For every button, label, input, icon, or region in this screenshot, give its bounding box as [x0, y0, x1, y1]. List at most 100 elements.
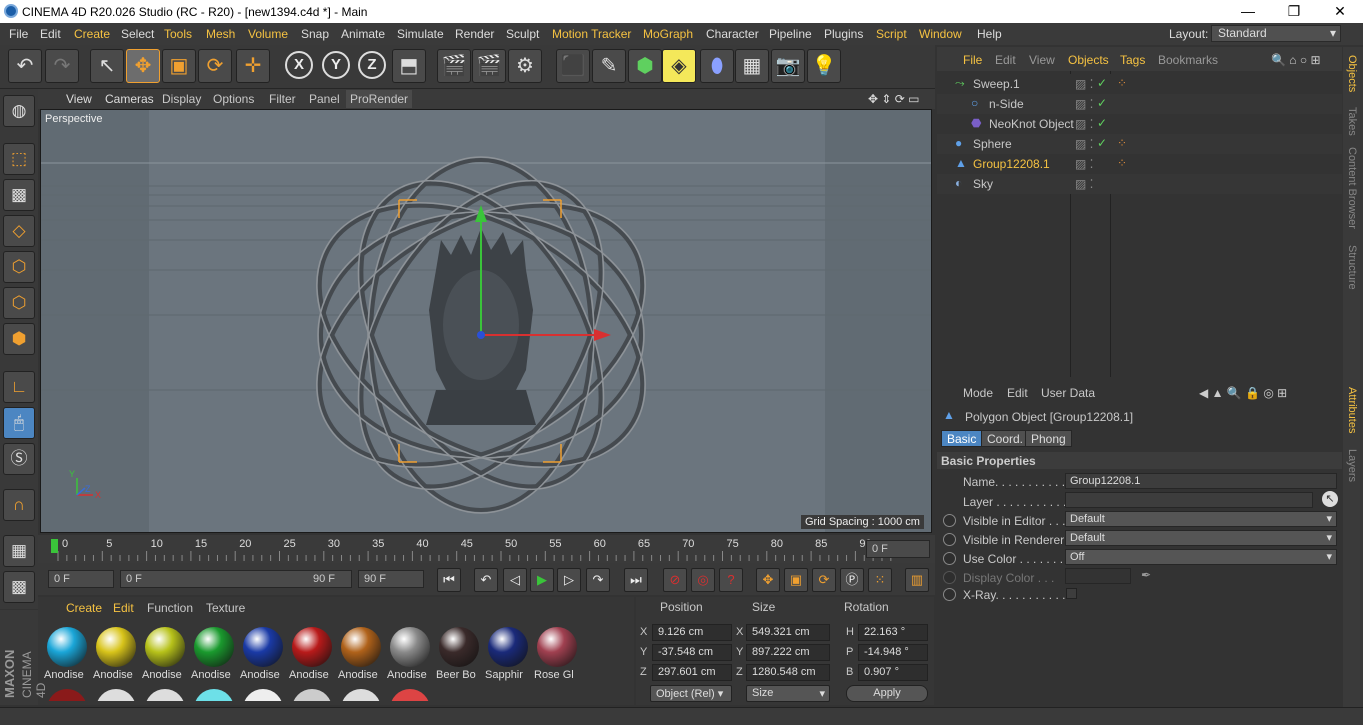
- menu-plugins[interactable]: Plugins: [824, 27, 863, 41]
- side-tab-structure[interactable]: Structure: [1346, 245, 1358, 290]
- texture-mode-icon[interactable]: ▩: [3, 179, 35, 211]
- menu-character[interactable]: Character: [706, 27, 759, 41]
- snap-magnet-icon[interactable]: ∩: [3, 489, 35, 521]
- subdivision-surface-icon[interactable]: ⬢: [628, 49, 662, 83]
- undo-icon[interactable]: ↶: [8, 49, 42, 83]
- key-scale-icon[interactable]: ▣: [784, 568, 808, 592]
- axis-mode-icon[interactable]: ∟: [3, 371, 35, 403]
- object-manager-tools-icon[interactable]: 🔍 ⌂ ○ ⊞: [1271, 53, 1321, 67]
- visible-editor-radio[interactable]: [943, 514, 956, 527]
- timeline[interactable]: 051015202530354045505560657075808590 0 F: [38, 535, 935, 563]
- display-color-radio[interactable]: [943, 571, 956, 584]
- solo-icon[interactable]: Ⓢ: [3, 443, 35, 475]
- coord-rot-field[interactable]: 22.163 °: [858, 624, 928, 641]
- minimize-button[interactable]: —: [1225, 0, 1271, 23]
- visibility-toggle-icon[interactable]: ▨ ⁚: [1075, 157, 1094, 171]
- layer-field[interactable]: [1065, 492, 1313, 508]
- object-row[interactable]: ▲ Group12208.1 ▨ ⁚ ⁘: [937, 154, 1342, 174]
- viewport-menu-prorender[interactable]: ProRender: [346, 90, 413, 108]
- live-selection-icon[interactable]: ↖: [90, 49, 124, 83]
- material-swatch[interactable]: Sapphir: [485, 625, 530, 685]
- menu-simulate[interactable]: Simulate: [397, 27, 444, 41]
- attr-menu-mode[interactable]: Mode: [963, 386, 993, 400]
- menu-render[interactable]: Render: [455, 27, 494, 41]
- keyframe-selection-icon[interactable]: ?: [719, 568, 743, 592]
- x-ray-radio[interactable]: [943, 588, 956, 601]
- layer-picker-icon[interactable]: ↖: [1322, 491, 1338, 507]
- material-menu-texture[interactable]: Texture: [206, 601, 245, 615]
- material-swatch[interactable]: Anodise: [93, 625, 138, 685]
- camera-icon[interactable]: 📷: [771, 49, 805, 83]
- side-tab-content-browser[interactable]: Content Browser: [1346, 147, 1358, 229]
- edit-render-settings-icon[interactable]: ⚙: [508, 49, 542, 83]
- name-field[interactable]: Group12208.1: [1065, 473, 1337, 489]
- coord-mode-select[interactable]: Object (Rel) ▾: [650, 685, 732, 702]
- attr-menu-edit[interactable]: Edit: [1007, 386, 1028, 400]
- x-ray-checkbox[interactable]: [1066, 588, 1077, 599]
- menu-sculpt[interactable]: Sculpt: [506, 27, 539, 41]
- attr-nav-icons[interactable]: ◀ ▲ 🔍 🔒 ◎ ⊞: [1199, 386, 1287, 400]
- pen-icon[interactable]: ✎: [592, 49, 626, 83]
- visibility-toggle-icon[interactable]: ▨ ⁚: [1075, 177, 1094, 191]
- model-mode-icon[interactable]: ⬚: [3, 143, 35, 175]
- enabled-check-icon[interactable]: ✓: [1097, 116, 1107, 130]
- viewport-menu-display[interactable]: Display: [162, 92, 201, 106]
- layout-select[interactable]: Standard ▾: [1211, 25, 1341, 42]
- side-tab-takes[interactable]: Takes: [1346, 107, 1358, 136]
- object-row[interactable]: ● Sphere ▨ ⁚ ✓ ⁘: [937, 134, 1342, 154]
- tweak-mode-icon[interactable]: 🖱: [3, 407, 35, 439]
- visibility-toggle-icon[interactable]: ▨ ⁚: [1075, 137, 1094, 151]
- material-swatch[interactable]: Anodise: [240, 625, 285, 685]
- previous-frame-icon[interactable]: ◁: [503, 568, 527, 592]
- viewport-nav-icon[interactable]: ✥ ⇕ ⟳ ▭: [868, 92, 920, 106]
- polygons-mode-icon[interactable]: ⬢: [3, 323, 35, 355]
- material-menu-create[interactable]: Create: [66, 601, 102, 615]
- material-swatch[interactable]: Anodise: [191, 625, 236, 685]
- z-axis-lock-icon[interactable]: Z: [358, 51, 386, 79]
- object-menu-tags[interactable]: Tags: [1120, 53, 1145, 67]
- material-swatch[interactable]: Anodise: [142, 625, 187, 685]
- viewport-menu-cameras[interactable]: Cameras: [105, 92, 154, 106]
- visibility-toggle-icon[interactable]: ▨ ⁚: [1075, 117, 1094, 131]
- coord-size-field[interactable]: 549.321 cm: [746, 624, 830, 641]
- object-row[interactable]: ⤳ Sweep.1 ▨ ⁚ ✓ ⁘: [937, 74, 1342, 94]
- scheme-icon[interactable]: ▥: [905, 568, 929, 592]
- menu-mograph[interactable]: MoGraph: [643, 27, 693, 41]
- attr-tab-coord[interactable]: Coord.: [981, 430, 1030, 447]
- render-to-picture-viewer-icon[interactable]: 🎬: [472, 49, 506, 83]
- key-pla-icon[interactable]: ⁙: [868, 568, 892, 592]
- key-parameter-icon[interactable]: Ⓟ: [840, 568, 864, 592]
- use-color-radio[interactable]: [943, 552, 956, 565]
- attr-menu-user-data[interactable]: User Data: [1041, 386, 1095, 400]
- x-axis-lock-icon[interactable]: X: [285, 51, 313, 79]
- coord-size-field[interactable]: 1280.548 cm: [746, 664, 830, 681]
- material-tag-icon[interactable]: ⁘: [1117, 136, 1127, 150]
- menu-mesh[interactable]: Mesh: [206, 27, 235, 41]
- visibility-toggle-icon[interactable]: ▨ ⁚: [1075, 77, 1094, 91]
- menu-help[interactable]: Help: [977, 27, 1002, 41]
- side-tab-layers[interactable]: Layers: [1346, 449, 1358, 482]
- visible-renderer-select[interactable]: Default ▾: [1065, 530, 1337, 546]
- visible-editor-select[interactable]: Default ▾: [1065, 511, 1337, 527]
- render-view-icon[interactable]: 🎬: [437, 49, 471, 83]
- go-to-start-icon[interactable]: ⏮: [437, 568, 461, 592]
- menu-select[interactable]: Select: [121, 27, 154, 41]
- viewport-menu-panel[interactable]: Panel: [309, 92, 340, 106]
- menu-script[interactable]: Script: [876, 27, 907, 41]
- material-swatch[interactable]: Anodise: [289, 625, 334, 685]
- menu-window[interactable]: Window: [919, 27, 962, 41]
- recent-tool-icon[interactable]: ✛: [236, 49, 270, 83]
- object-menu-bookmarks[interactable]: Bookmarks: [1158, 53, 1218, 67]
- scale-tool-icon[interactable]: ▣: [162, 49, 196, 83]
- coord-pos-field[interactable]: 9.126 cm: [652, 624, 732, 641]
- coordinate-system-icon[interactable]: ⬒: [392, 49, 426, 83]
- coord-rot-field[interactable]: -14.948 °: [858, 644, 928, 661]
- object-row[interactable]: ○ n-Side ▨ ⁚ ✓: [937, 94, 1342, 114]
- material-swatch[interactable]: Anodise: [387, 625, 432, 685]
- next-frame-icon[interactable]: ▷: [557, 568, 581, 592]
- side-tab-attributes[interactable]: Attributes: [1346, 387, 1358, 433]
- light-icon[interactable]: 💡: [807, 49, 841, 83]
- coord-rot-field[interactable]: 0.907 °: [858, 664, 928, 681]
- go-to-end-icon[interactable]: ⏭: [624, 568, 648, 592]
- material-swatch[interactable]: Rose Gl: [534, 625, 579, 685]
